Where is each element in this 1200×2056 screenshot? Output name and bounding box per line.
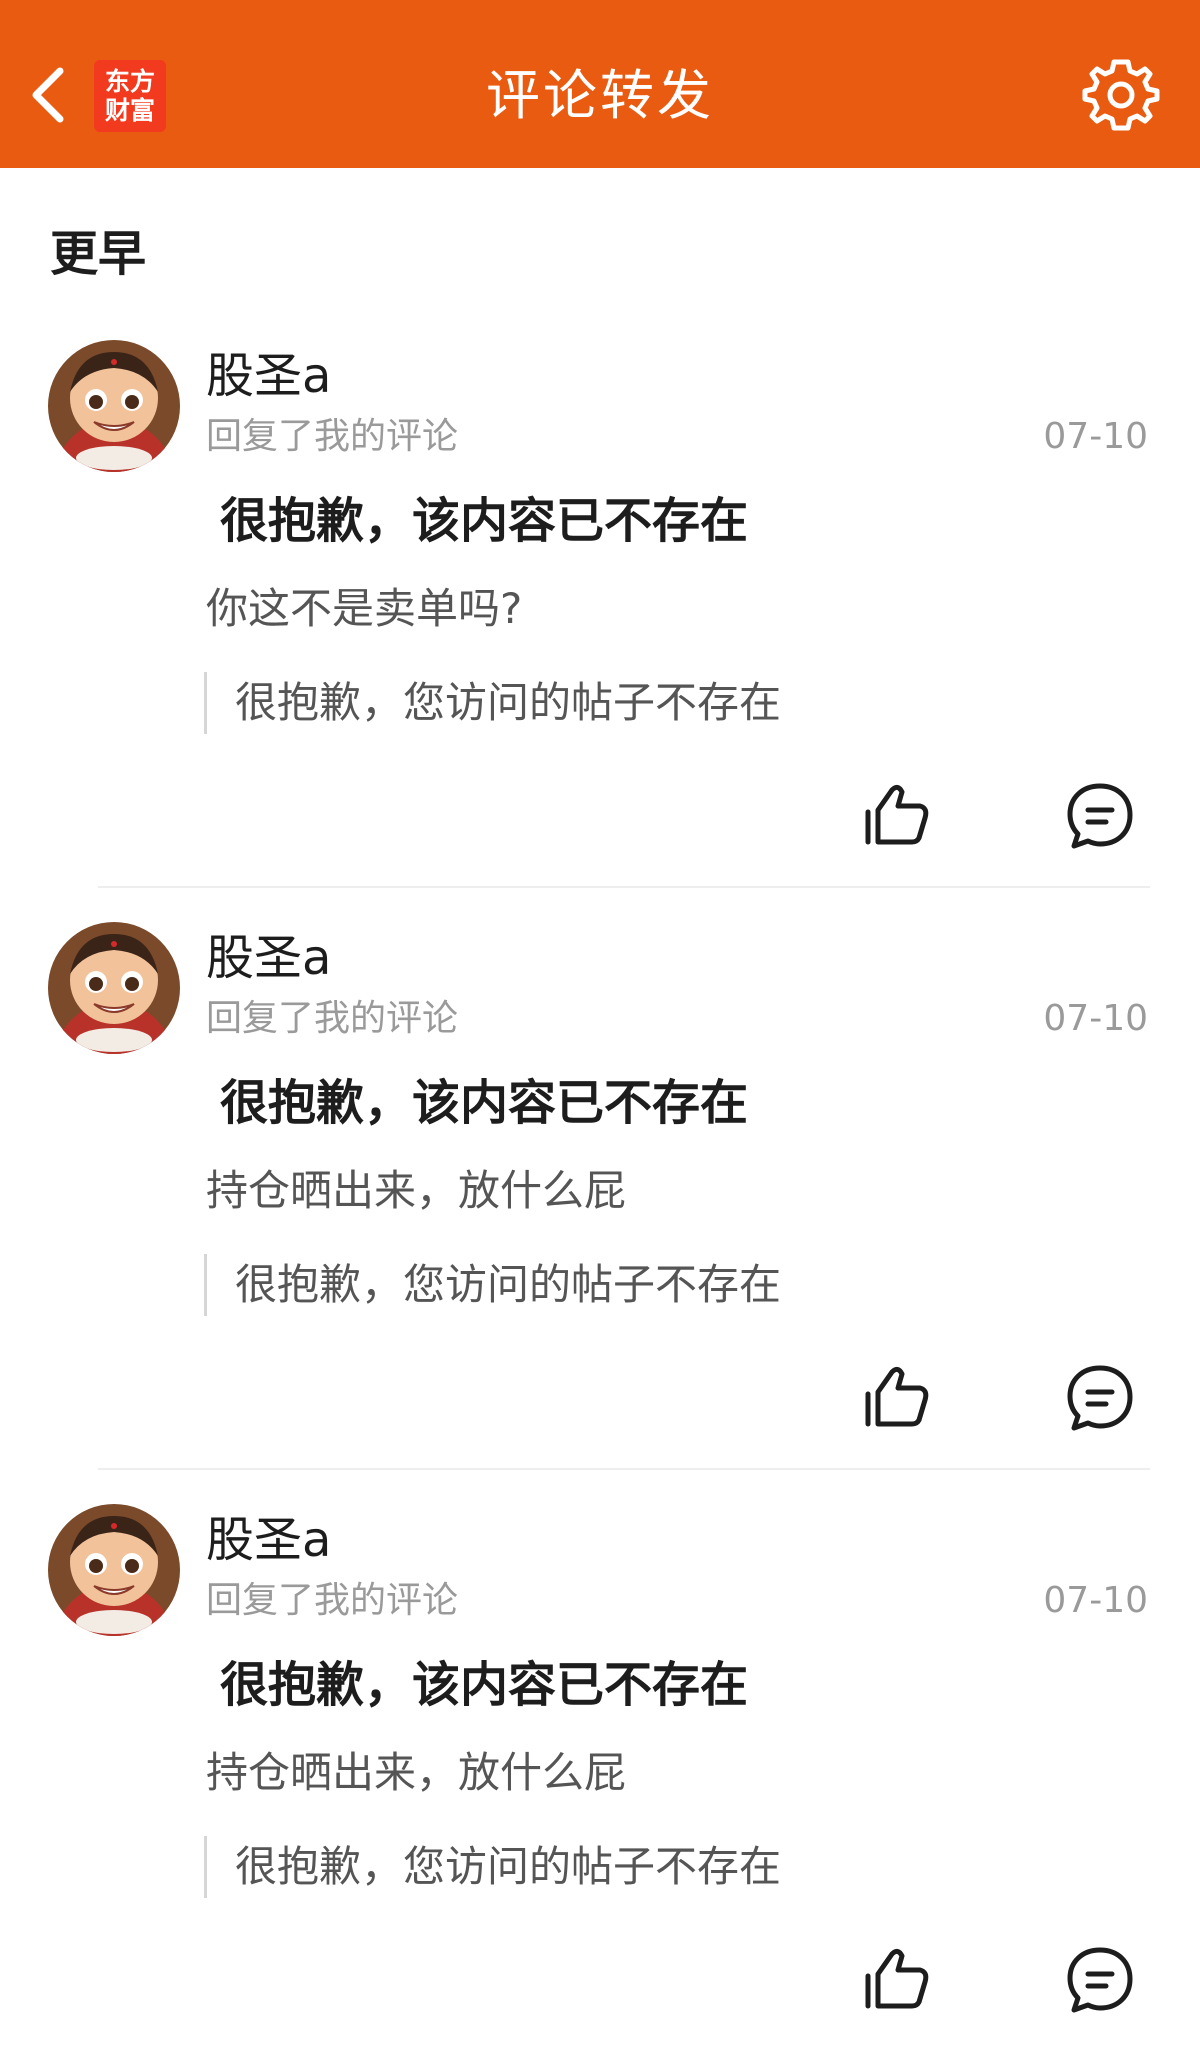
like-button[interactable] [862, 780, 932, 850]
timestamp: 07-10 [1043, 998, 1148, 1039]
username[interactable]: 股圣a [206, 344, 331, 408]
app-logo[interactable]: 东方 财富 [94, 60, 166, 132]
thumbs-up-icon [865, 1948, 929, 2009]
chat-bubble-icon [1067, 1947, 1133, 2013]
section-title: 更早 [50, 226, 147, 282]
avatar-image [48, 340, 180, 472]
timestamp: 07-10 [1043, 1580, 1148, 1621]
like-button[interactable] [862, 1944, 932, 2014]
comment-item: 股圣a 回复了我的评论 07-10 很抱歉，该内容已不存在 持仓晒出来，放什么屁… [0, 922, 1200, 1502]
reply-text[interactable]: 持仓晒出来，放什么屁 [206, 1162, 626, 1220]
logo-line-1: 东方 [104, 67, 155, 96]
quoted-post[interactable]: 很抱歉，您访问的帖子不存在 [204, 672, 781, 734]
chevron-left-icon [32, 67, 64, 123]
thumbs-up-icon [865, 1366, 929, 1427]
divider [98, 886, 1150, 888]
reply-text[interactable]: 你这不是卖单吗? [206, 580, 522, 638]
comment-item: 股圣a 回复了我的评论 07-10 很抱歉，该内容已不存在 持仓晒出来，放什么屁… [0, 1504, 1200, 2056]
avatar-image [48, 1504, 180, 1636]
gear-icon [1082, 59, 1160, 131]
username[interactable]: 股圣a [206, 1508, 331, 1572]
settings-button[interactable] [1082, 56, 1160, 134]
avatar-image [48, 922, 180, 1054]
comment-button[interactable] [1064, 1362, 1136, 1434]
username[interactable]: 股圣a [206, 926, 331, 990]
timestamp: 07-10 [1043, 416, 1148, 457]
original-content[interactable]: 很抱歉，该内容已不存在 [220, 488, 748, 554]
action-text: 回复了我的评论 [206, 416, 459, 457]
thumbs-up-icon [865, 784, 929, 845]
quoted-post[interactable]: 很抱歉，您访问的帖子不存在 [204, 1836, 781, 1898]
action-text: 回复了我的评论 [206, 1580, 459, 1621]
like-button[interactable] [862, 1362, 932, 1432]
logo-line-2: 财富 [104, 96, 155, 125]
original-content[interactable]: 很抱歉，该内容已不存在 [220, 1070, 748, 1136]
chat-bubble-icon [1067, 783, 1133, 849]
back-button[interactable] [26, 62, 70, 128]
comment-button[interactable] [1064, 1944, 1136, 2016]
comment-item: 股圣a 回复了我的评论 07-10 很抱歉，该内容已不存在 你这不是卖单吗? 很… [0, 340, 1200, 920]
comment-button[interactable] [1064, 780, 1136, 852]
avatar[interactable] [48, 922, 180, 1054]
avatar[interactable] [48, 1504, 180, 1636]
avatar[interactable] [48, 340, 180, 472]
original-content[interactable]: 很抱歉，该内容已不存在 [220, 1652, 748, 1718]
action-text: 回复了我的评论 [206, 998, 459, 1039]
quoted-post[interactable]: 很抱歉，您访问的帖子不存在 [204, 1254, 781, 1316]
divider [98, 1468, 1150, 1470]
chat-bubble-icon [1067, 1365, 1133, 1431]
reply-text[interactable]: 持仓晒出来，放什么屁 [206, 1744, 626, 1802]
top-bar: 东方 财富 评论转发 [0, 0, 1200, 168]
page-title: 评论转发 [486, 64, 714, 127]
